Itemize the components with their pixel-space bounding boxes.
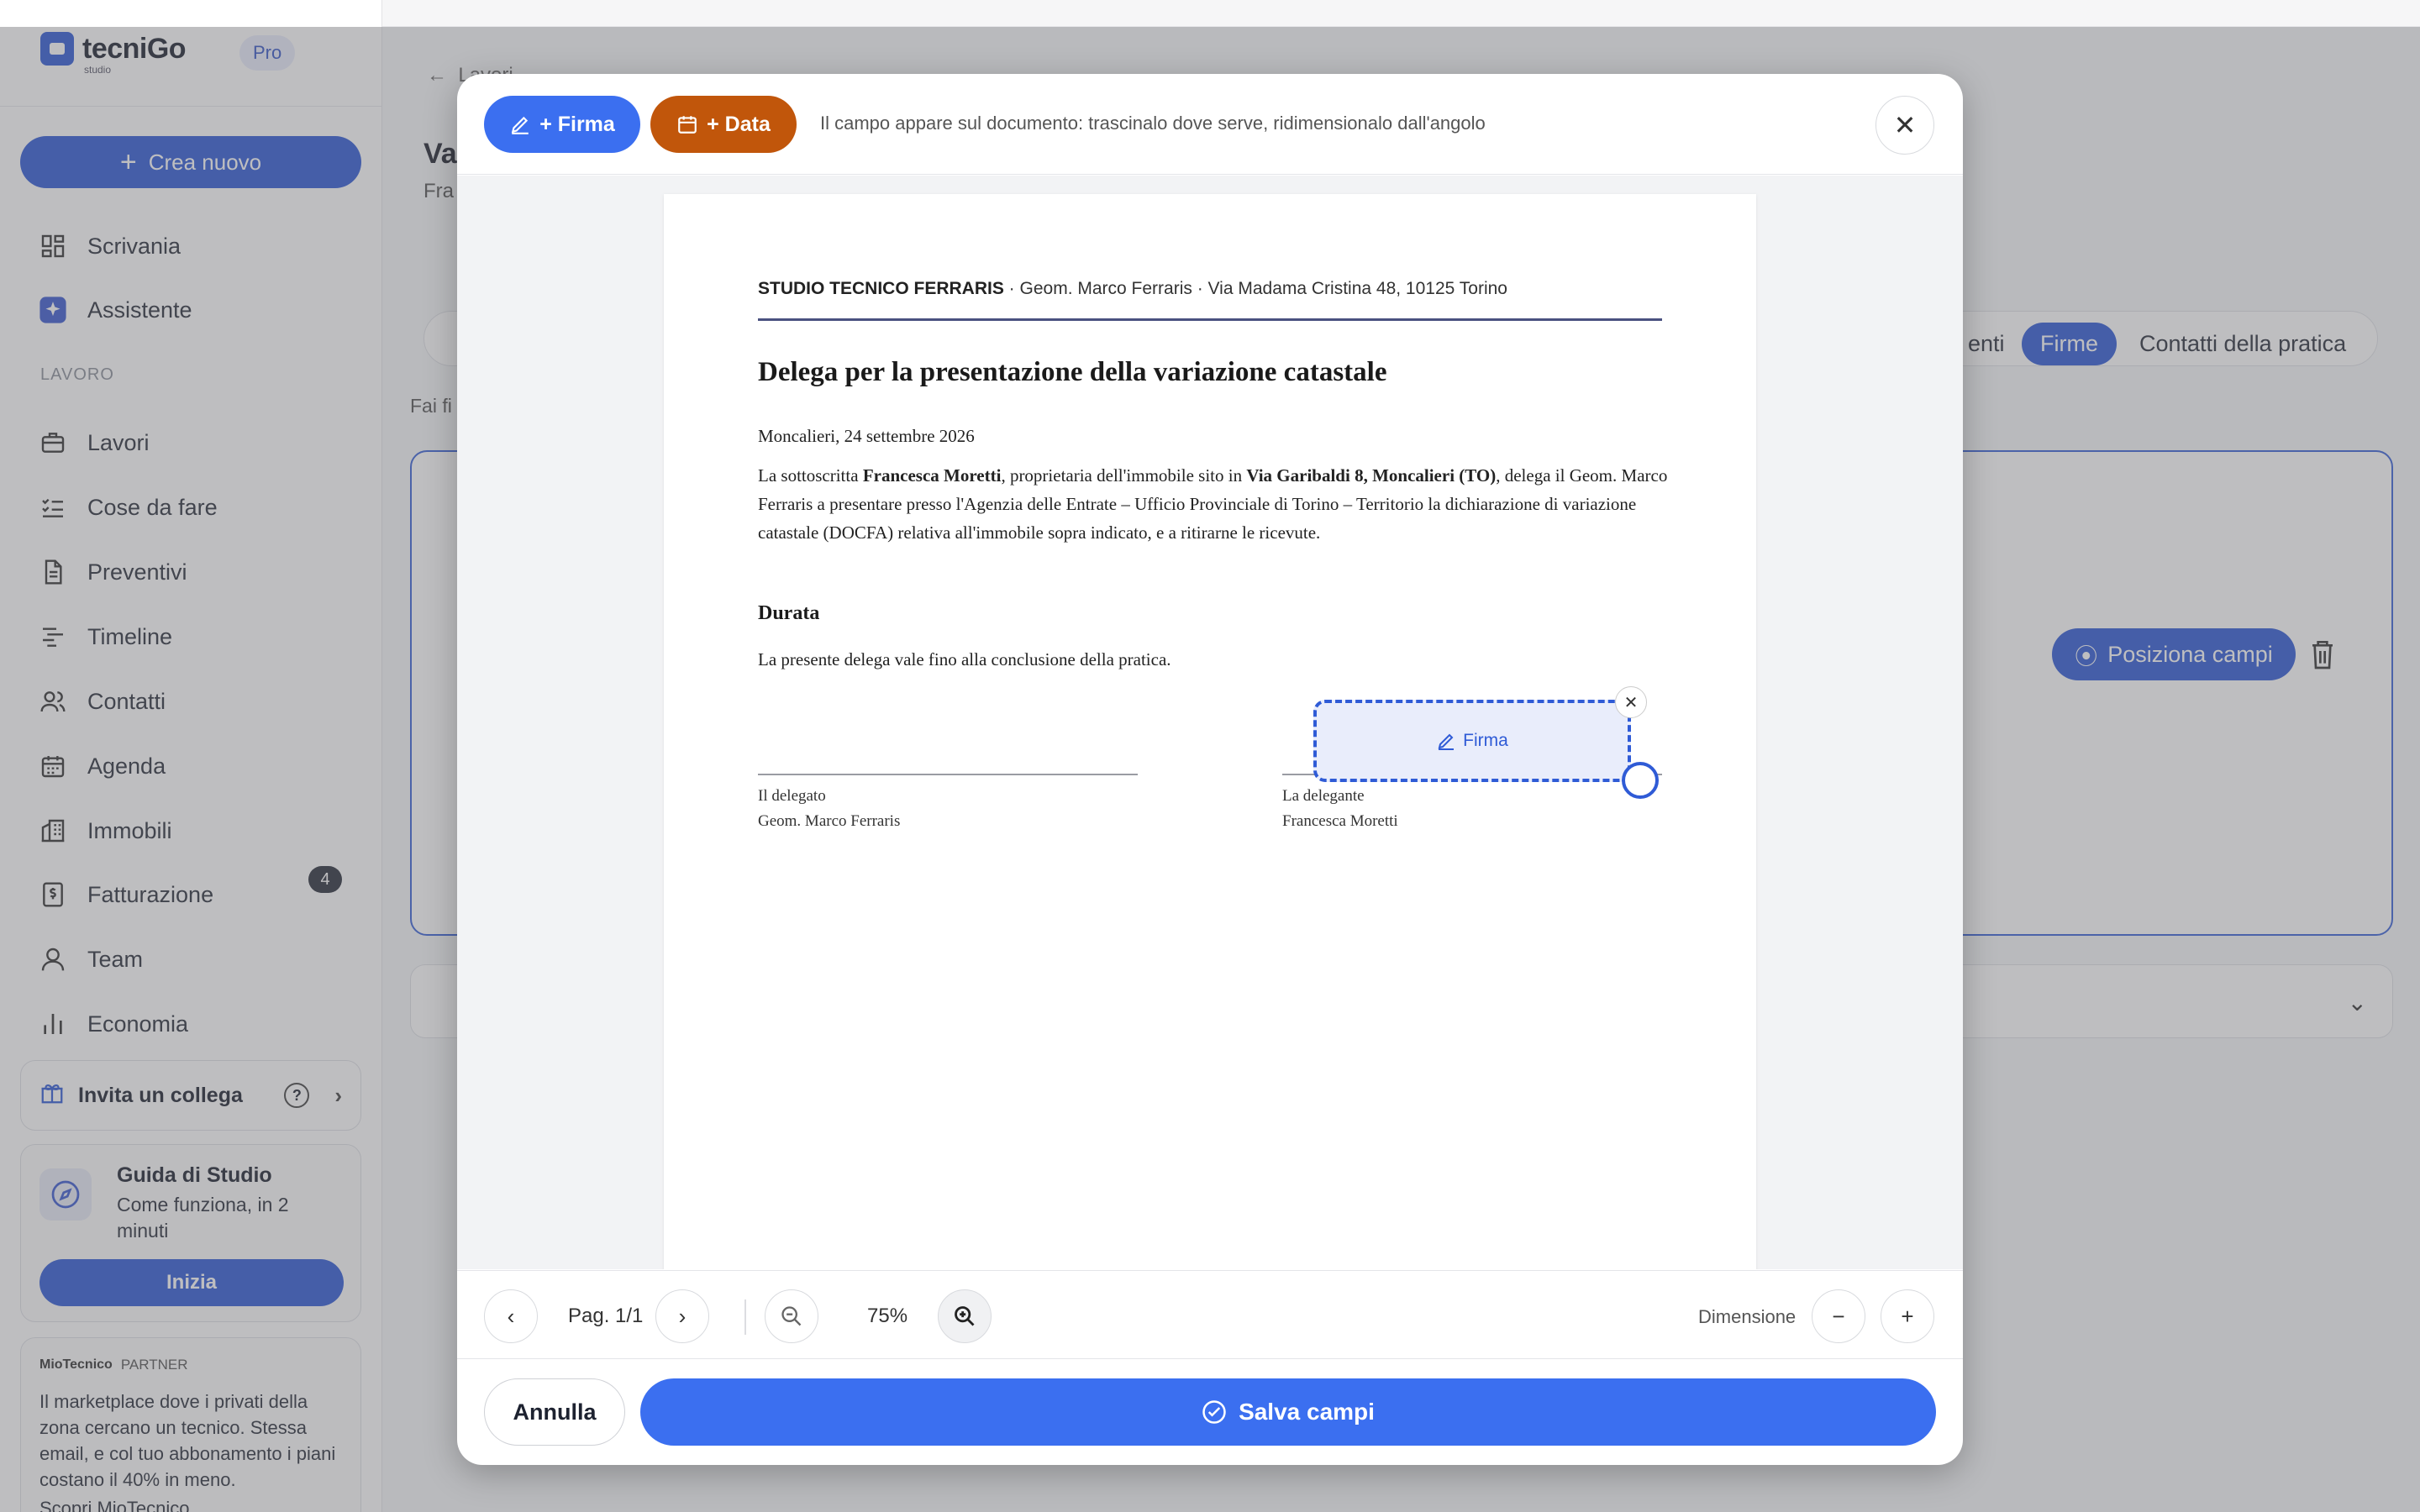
- modal-footer: Annulla Salva campi: [457, 1360, 1963, 1465]
- signature-right-label: La delegante Francesca Moretti: [1282, 784, 1398, 834]
- zoom-out-button[interactable]: [765, 1289, 818, 1343]
- add-date-label: + Data: [707, 112, 771, 136]
- plus-icon: +: [1901, 1303, 1914, 1329]
- sign-right-role: La delegante: [1282, 787, 1365, 805]
- toolbar-separator: [744, 1299, 746, 1335]
- sign-left-name: Geom. Marco Ferraris: [758, 812, 901, 830]
- letterhead-rule: [758, 318, 1662, 321]
- document-viewer[interactable]: STUDIO TECNICO FERRARIS · Geom. Marco Fe…: [457, 176, 1963, 1269]
- body-text: La sottoscritta: [758, 465, 863, 486]
- letterhead-studio: STUDIO TECNICO FERRARIS: [758, 279, 1004, 298]
- close-icon: ✕: [1623, 693, 1639, 712]
- document-page: STUDIO TECNICO FERRARIS · Geom. Marco Fe…: [664, 194, 1756, 1269]
- signature-field-label: Firma: [1463, 731, 1508, 750]
- save-fields-button[interactable]: Salva campi: [640, 1378, 1936, 1446]
- signature-field[interactable]: Firma: [1313, 700, 1631, 782]
- document-body: La sottoscritta Francesca Moretti, propr…: [758, 461, 1674, 547]
- minus-icon: −: [1832, 1303, 1845, 1329]
- body-address: Via Garibaldi 8, Moncalieri (TO): [1246, 465, 1497, 486]
- add-signature-label: + Firma: [539, 112, 615, 136]
- calendar-icon: [678, 116, 697, 134]
- viewer-toolbar: ‹ Pag. 1/1 › 75% Dimensione − +: [457, 1270, 1963, 1359]
- document-title: Delega per la presentazione della variaz…: [758, 357, 1387, 387]
- signature-left-label: Il delegato Geom. Marco Ferraris: [758, 784, 900, 834]
- modal-header: + Firma + Data Il campo appare sul docum…: [457, 74, 1963, 175]
- body-text: , proprietaria dell'immobile sito in: [1001, 465, 1247, 486]
- remove-field-button[interactable]: ✕: [1615, 686, 1647, 718]
- document-letterhead: STUDIO TECNICO FERRARIS · Geom. Marco Fe…: [758, 279, 1507, 299]
- size-increase-button[interactable]: +: [1881, 1289, 1934, 1343]
- body-name: Francesca Moretti: [862, 465, 1002, 486]
- close-icon: ✕: [1893, 110, 1917, 140]
- prev-page-button[interactable]: ‹: [484, 1289, 538, 1343]
- zoom-level: 75%: [867, 1305, 908, 1327]
- chevron-right-icon: ›: [678, 1303, 687, 1329]
- add-date-field-button[interactable]: + Data: [650, 96, 797, 153]
- size-label: Dimensione: [1698, 1306, 1797, 1327]
- modal-hint: Il campo appare sul documento: trascinal…: [820, 113, 1486, 134]
- letterhead-details: · Geom. Marco Ferraris · Via Madama Cris…: [1003, 279, 1507, 298]
- document-date: Moncalieri, 24 settembre 2026: [758, 426, 975, 446]
- pen-icon: [1438, 733, 1455, 750]
- page-indicator: Pag. 1/1: [568, 1305, 644, 1327]
- sign-right-name: Francesca Moretti: [1282, 812, 1398, 830]
- section-text: La presente delega vale fino alla conclu…: [758, 649, 1171, 669]
- size-decrease-button[interactable]: −: [1812, 1289, 1865, 1343]
- section-heading: Durata: [758, 602, 820, 624]
- top-strip: [0, 0, 2420, 27]
- sign-left-role: Il delegato: [758, 787, 826, 805]
- check-circle-icon: [1202, 1400, 1226, 1424]
- zoom-out-icon: [781, 1306, 802, 1326]
- save-fields-label: Salva campi: [1239, 1399, 1375, 1425]
- zoom-in-icon: [955, 1306, 975, 1326]
- next-page-button[interactable]: ›: [655, 1289, 709, 1343]
- pen-icon: [512, 116, 529, 134]
- cancel-button[interactable]: Annulla: [484, 1378, 625, 1446]
- zoom-in-button[interactable]: [938, 1289, 992, 1343]
- signature-line-left: [758, 774, 1138, 775]
- chevron-left-icon: ‹: [507, 1303, 515, 1329]
- resize-handle[interactable]: [1622, 762, 1659, 799]
- close-button[interactable]: ✕: [1876, 96, 1934, 155]
- position-fields-modal: + Firma + Data Il campo appare sul docum…: [457, 74, 1963, 1465]
- add-signature-field-button[interactable]: + Firma: [484, 96, 640, 153]
